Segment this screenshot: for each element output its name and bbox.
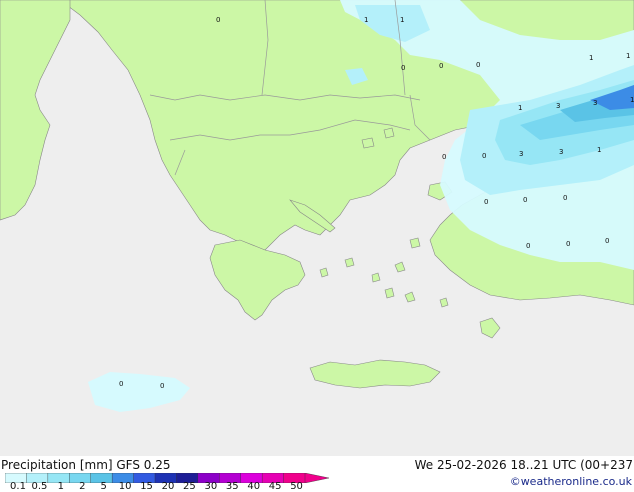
point-value: 1	[518, 104, 522, 112]
legend-tick-label: 40	[247, 481, 261, 492]
point-value: 0	[526, 242, 530, 250]
map-title: Precipitation [mm] GFS 0.25	[1, 458, 171, 472]
point-value: 0	[439, 62, 443, 70]
point-value: 1	[589, 54, 593, 62]
land-crete	[309, 359, 441, 389]
weather-map-view: 0 1 1 0 0 0 1 1 1 3 3 3 3 1 1 0 0 0 0 0 …	[0, 0, 634, 492]
land-island	[384, 287, 395, 299]
legend-tick-label: 25	[183, 481, 196, 492]
map-valid-time: We 25-02-2026 18..21 UTC (00+237	[414, 458, 633, 472]
point-value: 3	[593, 99, 597, 107]
point-value: 0	[605, 237, 609, 245]
legend-tick-label: 5	[100, 481, 107, 492]
point-value: 0	[160, 382, 164, 390]
point-value: 0	[523, 196, 527, 204]
point-value: 0	[442, 153, 446, 161]
point-value: 0	[119, 380, 123, 388]
legend-tick-label: 2	[79, 481, 86, 492]
point-value: 1	[400, 16, 404, 24]
legend-tick-label: 30	[204, 481, 218, 492]
precipitation-map: 0 1 1 0 0 0 1 1 1 3 3 3 3 1 1 0 0 0 0 0 …	[0, 0, 634, 456]
point-value: 1	[626, 52, 630, 60]
land-island	[344, 257, 355, 268]
legend-tick-label: 0.5	[31, 481, 48, 492]
legend-tick-label: 20	[161, 481, 175, 492]
point-value: 0	[566, 240, 570, 248]
point-value: 0	[484, 198, 488, 206]
point-value: 0	[476, 61, 480, 69]
point-value: 1	[630, 96, 634, 104]
land-island	[361, 137, 375, 149]
legend-tick-label: 1	[57, 481, 65, 492]
point-value: 3	[556, 102, 560, 110]
legend-tick-label: 45	[268, 481, 282, 492]
point-value: 0	[482, 152, 486, 160]
map-footer: Precipitation [mm] GFS 0.25 We 25-02-202…	[0, 456, 634, 492]
point-value: 0	[216, 16, 220, 24]
legend-tick-label: 0.1	[10, 481, 26, 492]
point-value: 1	[364, 16, 368, 24]
legend-tick-label: 35	[225, 481, 239, 492]
land-island	[383, 127, 395, 139]
point-value: 0	[563, 194, 567, 202]
site-credit: ©weatheronline.co.uk	[509, 475, 632, 488]
point-value: 3	[519, 150, 523, 158]
legend-tick-label: 10	[118, 481, 132, 492]
legend-tick-label: 50	[290, 481, 303, 492]
point-value: 3	[559, 148, 563, 156]
point-value: 0	[401, 64, 405, 72]
legend-tick-label: 15	[140, 481, 153, 492]
point-value: 1	[597, 146, 601, 154]
land-island	[409, 237, 421, 249]
